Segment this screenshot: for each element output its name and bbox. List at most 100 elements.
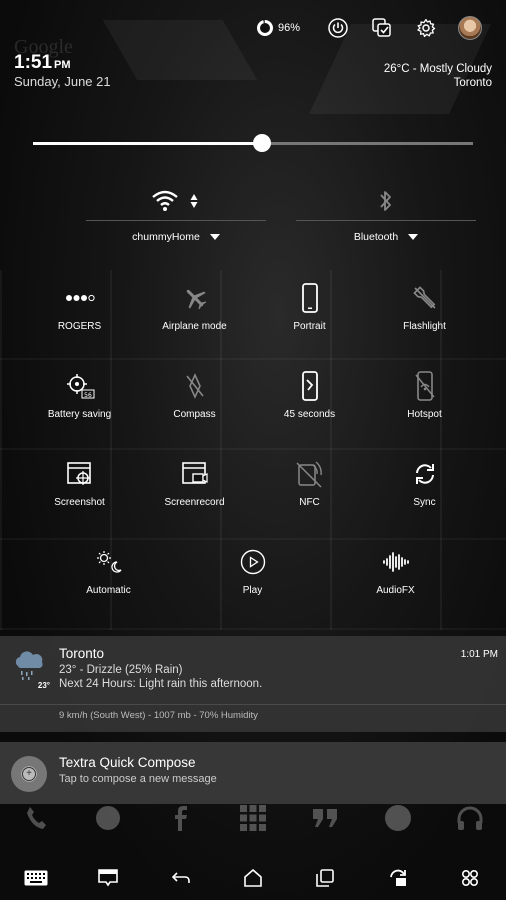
clock[interactable]: 1:51 PM (14, 52, 71, 74)
menu-button[interactable] (450, 858, 490, 898)
hangouts-icon (307, 800, 343, 836)
tile-nfc[interactable]: NFC (252, 454, 367, 534)
battery-saver-icon: 56 (66, 374, 94, 399)
date[interactable]: Sunday, June 21 (14, 74, 111, 89)
recents-icon (316, 869, 335, 887)
bluetooth-dropdown[interactable]: Bluetooth (296, 231, 476, 243)
home-button[interactable] (233, 858, 273, 898)
tile-label: ROGERS (57, 321, 102, 332)
tile-label: Flashlight (403, 321, 446, 332)
weather-rain-icon: 23° (12, 650, 50, 690)
tile-auto-brightness[interactable]: Automatic (51, 542, 166, 622)
wifi-icon-area[interactable] (86, 182, 266, 220)
audiofx-icon (382, 552, 409, 572)
bluetooth-tile[interactable]: Bluetooth (296, 182, 476, 262)
chevron-down-icon (209, 234, 220, 240)
airplane-icon (186, 289, 206, 310)
bluetooth-label: Bluetooth (353, 231, 399, 243)
weather-notification[interactable]: 23° Toronto 1:01 PM 23° - Drizzle (25% R… (0, 636, 506, 732)
wifi-dropdown[interactable]: chummyHome (86, 231, 266, 243)
tile-screenrecord[interactable]: Screenrecord (137, 454, 252, 534)
clock-time: 1:51 (14, 52, 53, 73)
back-icon (171, 872, 190, 883)
bluetooth-divider (296, 220, 476, 221)
signal-dots-icon (65, 294, 95, 302)
textra-notification[interactable]: + Textra Quick Compose Tap to compose a … (0, 742, 506, 804)
rotation-lock-icon (301, 283, 318, 313)
bluetooth-icon-area[interactable] (296, 182, 476, 220)
tile-label: Screenshot (54, 497, 105, 508)
bluetooth-icon (380, 191, 391, 211)
tile-portrait[interactable]: Portrait (252, 278, 367, 358)
textra-app-icon: + (11, 756, 47, 792)
keyboard-button[interactable] (16, 858, 56, 898)
home-dock (0, 798, 506, 838)
home-icon (244, 869, 262, 887)
brightness-slider[interactable] (33, 134, 473, 152)
power-icon (328, 18, 348, 38)
header-weather[interactable]: 26°C - Mostly Cloudy Toronto (384, 62, 492, 90)
keyboard-icon (24, 870, 48, 886)
tile-label: Play (242, 585, 263, 596)
divider (0, 704, 506, 705)
brightness-slider-thumb[interactable] (252, 134, 271, 152)
tile-screen-timeout[interactable]: 45 seconds (252, 366, 367, 446)
tile-hotspot[interactable]: Hotspot (367, 366, 482, 446)
brightness-slider-fill (33, 142, 262, 145)
battery-ring-icon (256, 20, 273, 36)
tile-screenshot[interactable]: Screenshot (22, 454, 137, 534)
app-drawer-icon (235, 800, 271, 836)
recents-button[interactable] (305, 858, 345, 898)
tile-rogers[interactable]: ROGERS (22, 278, 137, 358)
weather-notification-footer: 9 km/h (South West) - 1007 mb - 70% Humi… (59, 710, 258, 721)
flashlight-icon (412, 286, 436, 309)
screenshot-icon (66, 462, 91, 485)
task-button[interactable] (360, 14, 404, 42)
settings-button[interactable] (404, 14, 448, 42)
header-weather-line: 26°C - Mostly Cloudy (383, 63, 492, 75)
weather-icon-temp: 23° (37, 681, 50, 690)
tile-battery-saving[interactable]: 56 Battery saving (22, 366, 137, 446)
power-button[interactable] (316, 14, 360, 42)
facebook-icon (163, 800, 199, 836)
wifi-icon (152, 190, 178, 211)
tile-label: AudioFX (376, 585, 415, 596)
svg-text:56: 56 (84, 392, 92, 399)
phone-icon (18, 800, 54, 836)
notification-button[interactable] (88, 858, 128, 898)
battery-indicator[interactable]: 96% (256, 20, 300, 36)
tile-label: Hotspot (407, 409, 442, 420)
weather-notification-line2: Next 24 Hours: Light rain this afternoon… (59, 678, 263, 690)
tile-compass[interactable]: Compass (137, 366, 252, 446)
nfc-icon (295, 461, 322, 488)
tile-label: Airplane mode (162, 321, 227, 332)
avatar (458, 16, 482, 40)
whatsapp-icon (90, 800, 126, 836)
headphones-icon (452, 800, 488, 836)
rotate-icon (389, 869, 406, 886)
sync-icon (415, 464, 434, 484)
back-button[interactable] (161, 858, 201, 898)
tile-play[interactable]: Play (195, 542, 310, 622)
gear-icon (417, 18, 436, 38)
tile-label: Battery saving (47, 409, 112, 420)
navigation-bar (0, 856, 506, 900)
rotate-button[interactable] (378, 858, 418, 898)
compass-icon (185, 373, 204, 399)
tile-flashlight[interactable]: Flashlight (367, 278, 482, 358)
play-icon (240, 549, 265, 575)
hotspot-icon (414, 371, 435, 401)
header-weather-location: Toronto (453, 77, 492, 89)
wifi-network-label: chummyHome (132, 231, 200, 243)
tile-sync[interactable]: Sync (367, 454, 482, 534)
screenrecord-icon (181, 462, 208, 484)
wifi-divider (86, 220, 266, 221)
tile-airplane-mode[interactable]: Airplane mode (137, 278, 252, 358)
weather-notification-line1: 23° - Drizzle (25% Rain) (59, 664, 183, 676)
data-activity-icon (190, 194, 198, 208)
tile-label: 45 seconds (283, 409, 336, 420)
wifi-tile[interactable]: chummyHome (86, 182, 266, 262)
weather-notification-time: 1:01 PM (460, 649, 498, 660)
tile-audiofx[interactable]: AudioFX (338, 542, 453, 622)
user-avatar-button[interactable] (448, 14, 492, 42)
